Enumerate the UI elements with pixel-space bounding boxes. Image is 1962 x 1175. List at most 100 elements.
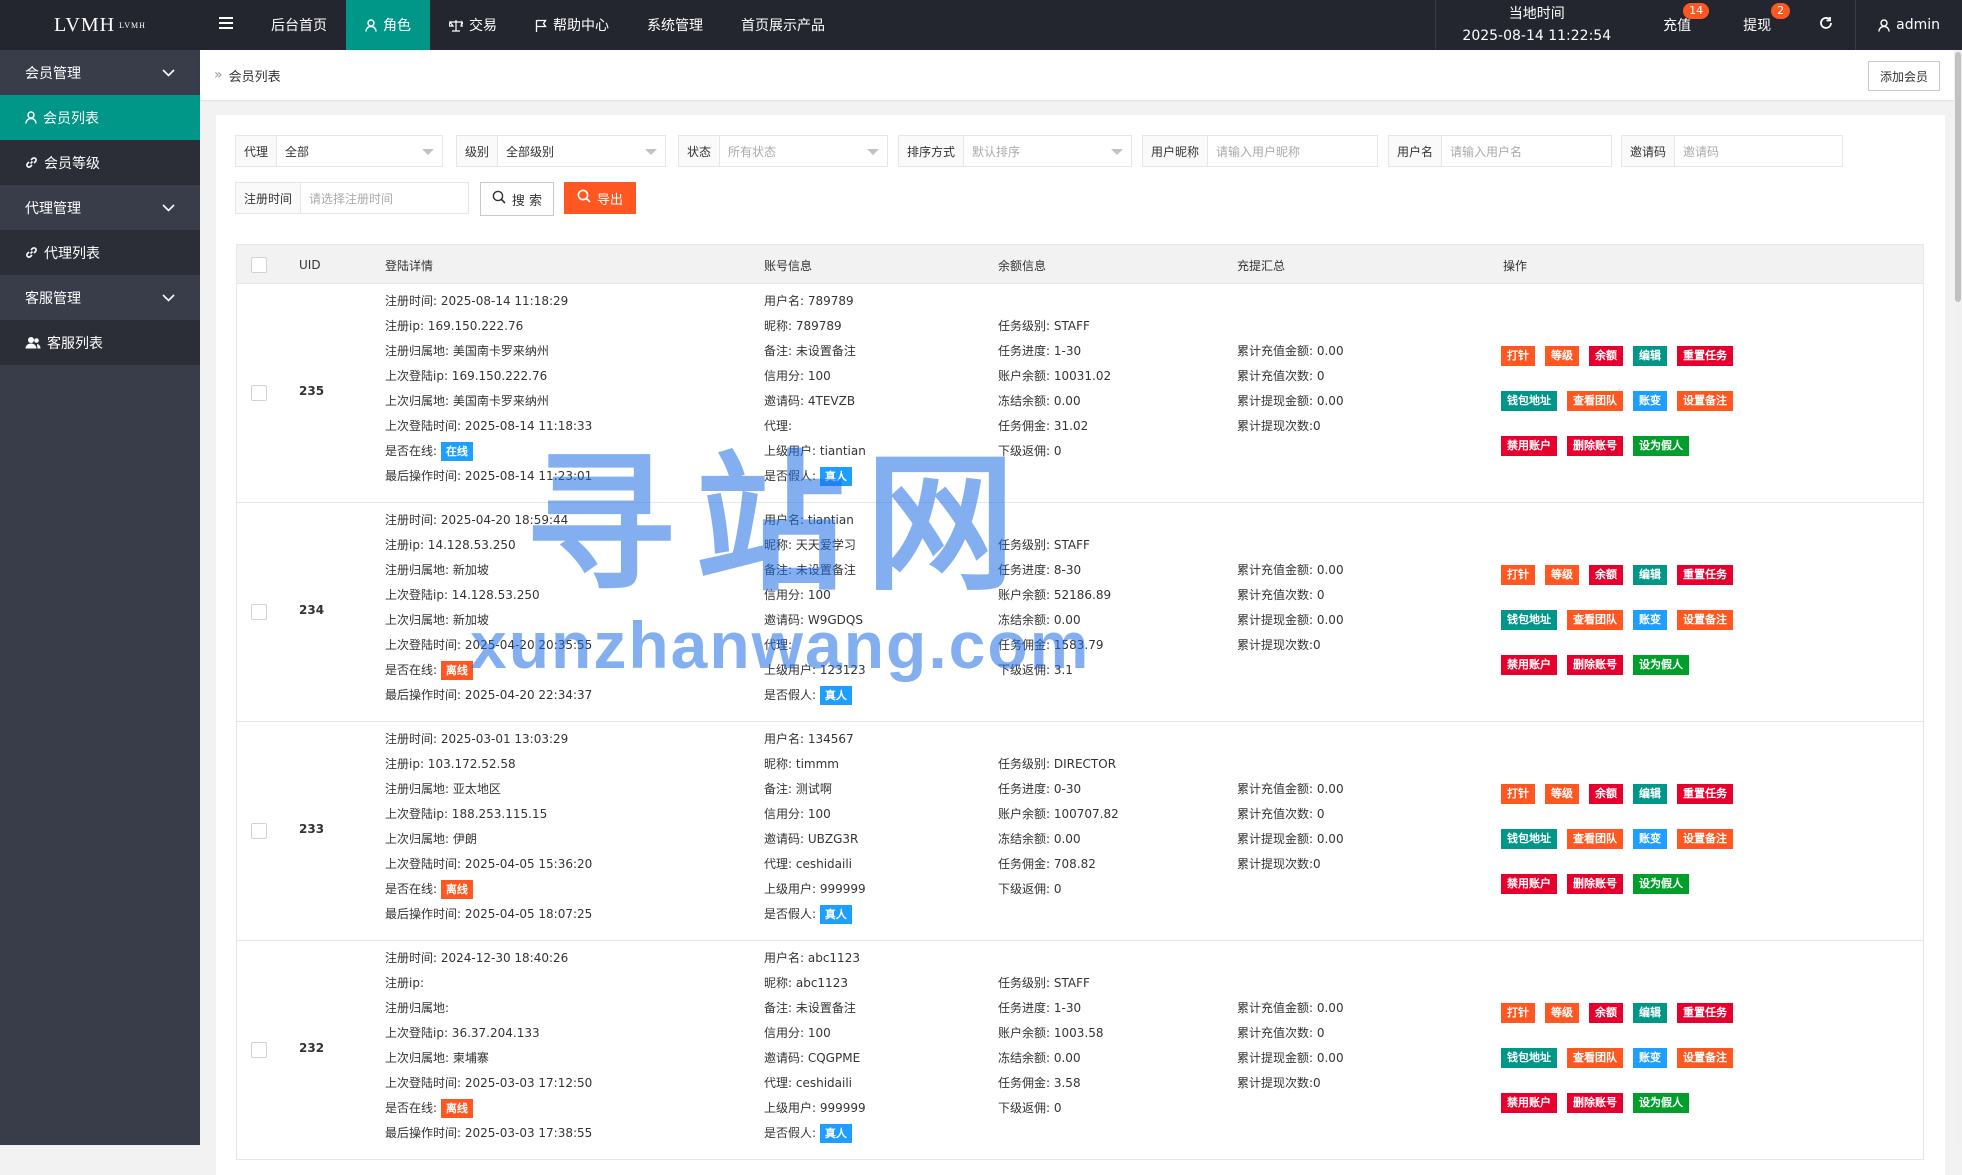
row-checkbox[interactable] xyxy=(251,823,267,839)
invite-code-input[interactable]: 邀请码 邀请码 xyxy=(1621,135,1843,167)
nav-products[interactable]: 首页展示产品 xyxy=(722,0,844,50)
set-note-button[interactable]: 设置备注 xyxy=(1677,1047,1733,1068)
sort-select[interactable]: 排序方式 默认排序 xyxy=(898,135,1132,167)
recharge-link[interactable]: 充值 14 xyxy=(1637,0,1717,50)
balance-button[interactable]: 余额 xyxy=(1589,345,1623,366)
sidebar-item-member-list[interactable]: 会员列表 xyxy=(0,95,200,140)
disable-account-button[interactable]: 禁用账户 xyxy=(1501,435,1557,456)
edit-button[interactable]: 编辑 xyxy=(1633,1002,1667,1023)
wallet-address-button[interactable]: 钱包地址 xyxy=(1501,1047,1557,1068)
inject-button[interactable]: 打针 xyxy=(1501,564,1535,585)
set-note-button[interactable]: 设置备注 xyxy=(1677,390,1733,411)
scrollbar-thumb[interactable] xyxy=(1955,52,1961,302)
set-fake-button[interactable]: 设为假人 xyxy=(1633,1092,1689,1113)
set-note-button[interactable]: 设置备注 xyxy=(1677,828,1733,849)
refresh-icon xyxy=(1819,16,1833,34)
sidebar-item-support-list[interactable]: 客服列表 xyxy=(0,320,200,365)
balance-button[interactable]: 余额 xyxy=(1589,564,1623,585)
nav-home[interactable]: 后台首页 xyxy=(252,0,346,50)
row-actions: 打针 等级 余额 编辑 重置任务 钱包地址 查看团队 账变 设置备注 禁用账户 … xyxy=(1501,771,1733,906)
balance-info: 任务级别: DIRECTOR 任务进度: 0-30 账户余额: 100707.8… xyxy=(998,757,1119,896)
delete-account-button[interactable]: 删除账号 xyxy=(1567,1092,1623,1113)
withdraw-link[interactable]: 提现 2 xyxy=(1717,0,1797,50)
sidebar-group-support[interactable]: 客服管理 xyxy=(0,275,200,320)
balance-button[interactable]: 余额 xyxy=(1589,783,1623,804)
recharge-summary: 累计充值金额: 0.00 累计充值次数: 0 累计提现金额: 0.00 累计提现… xyxy=(1237,563,1344,652)
nav-trade[interactable]: 交易 xyxy=(430,0,516,50)
sidebar-item-agent-list[interactable]: 代理列表 xyxy=(0,230,200,275)
account-changes-button[interactable]: 账变 xyxy=(1633,1047,1667,1068)
view-team-button[interactable]: 查看团队 xyxy=(1567,390,1623,411)
view-team-button[interactable]: 查看团队 xyxy=(1567,609,1623,630)
set-fake-button[interactable]: 设为假人 xyxy=(1633,873,1689,894)
recharge-badge: 14 xyxy=(1683,3,1710,19)
edit-button[interactable]: 编辑 xyxy=(1633,564,1667,585)
edit-button[interactable]: 编辑 xyxy=(1633,783,1667,804)
inject-button[interactable]: 打针 xyxy=(1501,345,1535,366)
recharge-summary: 累计充值金额: 0.00 累计充值次数: 0 累计提现金额: 0.00 累计提现… xyxy=(1237,344,1344,433)
status-select[interactable]: 状态 所有状态 xyxy=(678,135,888,167)
row-checkbox[interactable] xyxy=(251,385,267,401)
wallet-address-button[interactable]: 钱包地址 xyxy=(1501,609,1557,630)
level-button[interactable]: 等级 xyxy=(1545,1002,1579,1023)
edit-button[interactable]: 编辑 xyxy=(1633,345,1667,366)
login-details: 注册时间: 2025-08-14 11:18:29 注册ip: 169.150.… xyxy=(385,294,593,483)
level-button[interactable]: 等级 xyxy=(1545,345,1579,366)
set-fake-button[interactable]: 设为假人 xyxy=(1633,435,1689,456)
disable-account-button[interactable]: 禁用账户 xyxy=(1501,1092,1557,1113)
set-fake-button[interactable]: 设为假人 xyxy=(1633,654,1689,675)
menu-toggle-button[interactable] xyxy=(200,0,252,50)
uid: 233 xyxy=(299,822,325,836)
user-menu[interactable]: admin xyxy=(1855,0,1962,50)
wallet-address-button[interactable]: 钱包地址 xyxy=(1501,828,1557,849)
nav-system[interactable]: 系统管理 xyxy=(628,0,722,50)
reset-task-button[interactable]: 重置任务 xyxy=(1677,783,1733,804)
view-team-button[interactable]: 查看团队 xyxy=(1567,1047,1623,1068)
nav-help[interactable]: 帮助中心 xyxy=(516,0,628,50)
sidebar-item-member-level[interactable]: 会员等级 xyxy=(0,140,200,185)
login-details: 注册时间: 2025-03-01 13:03:29 注册ip: 103.172.… xyxy=(385,732,593,921)
reset-task-button[interactable]: 重置任务 xyxy=(1677,1002,1733,1023)
set-note-button[interactable]: 设置备注 xyxy=(1677,609,1733,630)
add-member-button[interactable]: 添加会员 xyxy=(1867,61,1940,91)
nickname-input[interactable]: 用户昵称 请输入用户昵称 xyxy=(1142,135,1378,167)
level-select[interactable]: 级别 全部级别 xyxy=(456,135,666,167)
link-icon xyxy=(25,246,38,259)
reset-task-button[interactable]: 重置任务 xyxy=(1677,564,1733,585)
username-input[interactable]: 用户名 请输入用户名 xyxy=(1388,135,1612,167)
level-button[interactable]: 等级 xyxy=(1545,564,1579,585)
nav-roles[interactable]: 角色 xyxy=(346,0,430,50)
row-actions: 打针 等级 余额 编辑 重置任务 钱包地址 查看团队 账变 设置备注 禁用账户 … xyxy=(1501,552,1733,687)
reset-task-button[interactable]: 重置任务 xyxy=(1677,345,1733,366)
agent-select[interactable]: 代理 全部 xyxy=(235,135,443,167)
row-checkbox[interactable] xyxy=(251,1042,267,1058)
delete-account-button[interactable]: 删除账号 xyxy=(1567,873,1623,894)
account-changes-button[interactable]: 账变 xyxy=(1633,609,1667,630)
balance-button[interactable]: 余额 xyxy=(1589,1002,1623,1023)
inject-button[interactable]: 打针 xyxy=(1501,1002,1535,1023)
delete-account-button[interactable]: 删除账号 xyxy=(1567,654,1623,675)
disable-account-button[interactable]: 禁用账户 xyxy=(1501,873,1557,894)
online-status-badge: 离线 xyxy=(440,880,473,899)
sidebar-group-agents[interactable]: 代理管理 xyxy=(0,185,200,230)
flag-icon xyxy=(535,19,547,32)
row-checkbox[interactable] xyxy=(251,604,267,620)
select-all-checkbox[interactable] xyxy=(251,245,267,285)
export-button[interactable]: 导出 xyxy=(564,182,636,214)
inject-button[interactable]: 打针 xyxy=(1501,783,1535,804)
delete-account-button[interactable]: 删除账号 xyxy=(1567,435,1623,456)
chevron-down-icon xyxy=(162,290,175,306)
level-button[interactable]: 等级 xyxy=(1545,783,1579,804)
logo[interactable]: LVMH LVMH xyxy=(0,0,200,50)
account-changes-button[interactable]: 账变 xyxy=(1633,828,1667,849)
disable-account-button[interactable]: 禁用账户 xyxy=(1501,654,1557,675)
view-team-button[interactable]: 查看团队 xyxy=(1567,828,1623,849)
sidebar-group-members[interactable]: 会员管理 xyxy=(0,50,200,95)
member-table: UID 登陆详情 账号信息 余额信息 充提汇总 操作 235 注册时间: 202… xyxy=(236,244,1924,1160)
wallet-address-button[interactable]: 钱包地址 xyxy=(1501,390,1557,411)
search-button[interactable]: 搜 索 xyxy=(480,182,554,216)
account-changes-button[interactable]: 账变 xyxy=(1633,390,1667,411)
register-time-input[interactable]: 注册时间 请选择注册时间 xyxy=(235,182,469,214)
account-info: 用户名: 789789 昵称: 789789 备注: 未设置备注 信用分: 10… xyxy=(764,289,994,489)
refresh-button[interactable] xyxy=(1797,0,1855,50)
